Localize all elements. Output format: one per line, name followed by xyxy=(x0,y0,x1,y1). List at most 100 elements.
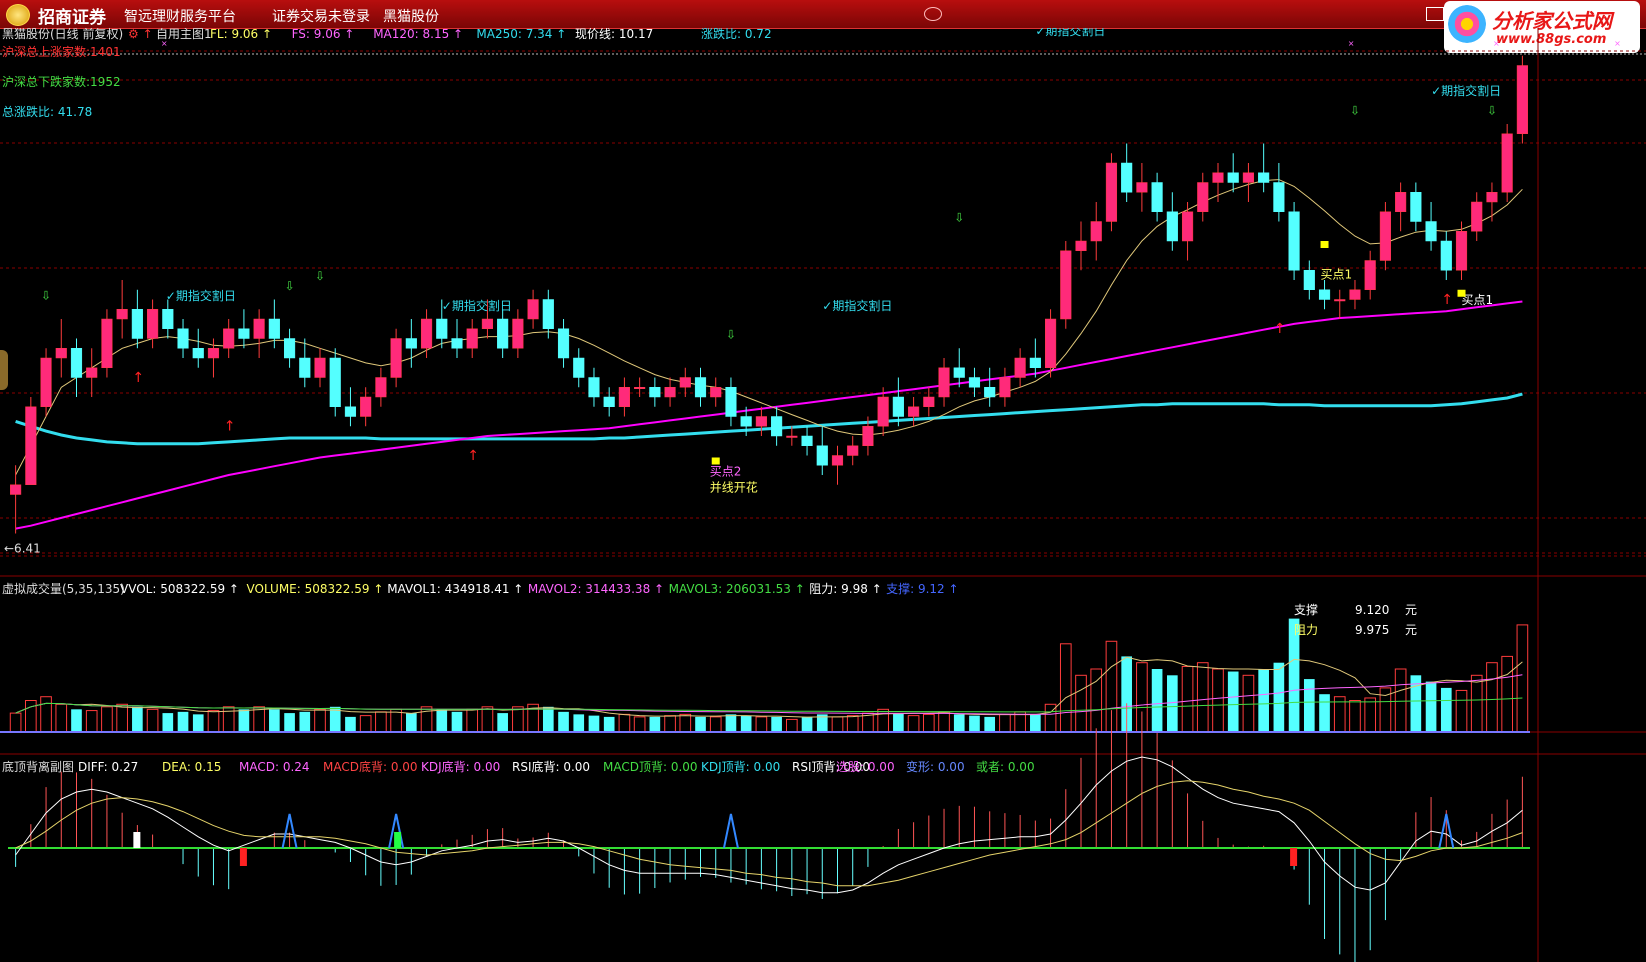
stat-down-count: 沪深总下跌家数:1952 xyxy=(2,74,121,89)
volume-bar xyxy=(664,715,676,733)
macd-legend-item: DEA: 0.15 xyxy=(162,760,221,774)
macd-legend-item: RSI底背: 0.00 xyxy=(512,759,590,774)
candle-body xyxy=(755,416,767,427)
volume-bar xyxy=(253,706,265,733)
volume-bar xyxy=(1242,674,1255,733)
volume-bar xyxy=(71,709,82,732)
sell-arrow-icon: ⇩ xyxy=(726,328,736,342)
volume-bar xyxy=(893,713,904,732)
candle-body xyxy=(253,318,265,339)
macd-title: 底顶背离副图 xyxy=(2,759,74,774)
chart-area[interactable]: 黑猫股份(日线 前复权) ⚙ ↑ 自用主图1 FL: 9.06 ↑ FS: 9.0… xyxy=(0,28,1646,962)
volume-bar xyxy=(481,706,494,733)
window-restore-icon[interactable] xyxy=(1426,7,1444,21)
candle-body xyxy=(1318,289,1331,300)
volume-bar xyxy=(1181,665,1194,733)
volume-bar xyxy=(922,713,935,733)
volume-bar xyxy=(1516,624,1529,733)
diff-line xyxy=(15,756,1523,894)
candle-body xyxy=(984,387,996,398)
volume-bar xyxy=(755,716,768,733)
volume-bar xyxy=(877,708,889,733)
current-price-label: 现价线: 10.17 xyxy=(575,28,653,41)
settings-icon[interactable]: ⚙ ↑ xyxy=(128,28,153,41)
volume-bar xyxy=(132,706,143,732)
menu-icon[interactable] xyxy=(924,7,942,21)
volume-bar xyxy=(40,696,52,733)
volume-bar xyxy=(740,715,752,732)
volume-bar xyxy=(146,708,159,733)
candle-body xyxy=(542,299,554,329)
volume-bar xyxy=(1227,671,1239,732)
volume-bar xyxy=(679,713,692,733)
volume-bar xyxy=(116,703,128,733)
candle-body xyxy=(892,396,904,417)
volume-bar xyxy=(55,703,68,733)
buy-arrow-icon: ↑ xyxy=(132,370,144,386)
candle-body xyxy=(238,328,250,339)
window-stock-name: 黑猫股份 xyxy=(383,9,439,25)
ratio-label: 涨跌比: 0.72 xyxy=(701,28,772,41)
candle-body xyxy=(314,357,326,378)
candle-body xyxy=(299,357,311,378)
candle-body xyxy=(649,387,661,398)
candle-body xyxy=(70,348,83,378)
candle-body xyxy=(1242,172,1255,183)
candle-body xyxy=(847,445,859,456)
volume-bar xyxy=(846,715,859,733)
candle-body xyxy=(1364,260,1376,290)
buy-point-1-label: 买点1 xyxy=(1321,268,1353,282)
volume-bar xyxy=(207,710,220,733)
support-unit: 元 xyxy=(1405,603,1417,617)
candle-body xyxy=(497,318,509,349)
top-marker-icon: × xyxy=(161,39,168,48)
volume-bar xyxy=(786,718,798,733)
login-status[interactable]: 证券交易未登录 xyxy=(272,6,370,26)
macd-legend-item: 选股: 0.00 xyxy=(836,760,895,774)
expiry-label: ✓期指交割日 xyxy=(442,298,512,313)
volume-panel: 虚拟成交量(5,35,135)VVOL: 508322.59 ↑ VOLUME: … xyxy=(0,581,1530,733)
candle-body xyxy=(1105,162,1118,222)
candle-body xyxy=(1379,211,1391,261)
buy-arrow-icon: ↑ xyxy=(1441,292,1453,308)
candle-body xyxy=(10,484,22,495)
macd-legend-item: KDJ顶背: 0.00 xyxy=(701,760,780,774)
volume-bar xyxy=(345,716,356,732)
volume-bar xyxy=(801,716,813,732)
top-marker-icon: × xyxy=(1493,39,1500,48)
candle-body xyxy=(390,338,402,378)
volume-bar xyxy=(1167,675,1178,732)
resistance-label: 阻力 xyxy=(1294,623,1318,637)
volume-bar xyxy=(1486,662,1498,733)
candle-body xyxy=(1090,221,1102,242)
sell-arrow-icon: ⇩ xyxy=(285,279,295,293)
candle-body xyxy=(801,435,813,446)
support-value: 9.120 xyxy=(1355,603,1389,617)
volume-bar xyxy=(984,716,996,732)
broker-logo-icon xyxy=(6,4,30,26)
candle-body xyxy=(1029,357,1041,368)
volume-bar xyxy=(1425,681,1437,732)
candle-body xyxy=(283,338,296,359)
candle-body xyxy=(938,367,950,398)
volume-bar xyxy=(284,713,295,732)
volume-bar xyxy=(162,713,174,732)
volume-bar xyxy=(695,716,706,732)
candle-body xyxy=(740,416,752,427)
sell-arrow-icon: ⇩ xyxy=(41,289,51,303)
macd-panel: 底顶背离副图 DIFF: 0.27 DEA: 0.15 MACD: 0.24 MACD底… xyxy=(2,703,1530,962)
candle-body xyxy=(1486,192,1498,203)
volume-bar xyxy=(512,706,524,733)
volume-bar xyxy=(1455,689,1468,733)
low-price-label: ←6.41 xyxy=(4,542,41,556)
candle-body xyxy=(1455,231,1468,271)
volume-bar xyxy=(831,716,844,733)
volume-bar xyxy=(771,716,782,732)
candle-body xyxy=(1151,182,1163,212)
candle-body xyxy=(329,357,341,407)
candle-body xyxy=(1471,201,1483,232)
volume-legend-item: MAVOL3: 206031.53 ↑ xyxy=(669,582,805,596)
candle-body xyxy=(618,387,630,407)
volume-legend-item: MAVOL2: 314433.38 ↑ xyxy=(528,582,664,596)
volume-legend-item: VVOL: 508322.59 ↑ xyxy=(120,582,239,596)
